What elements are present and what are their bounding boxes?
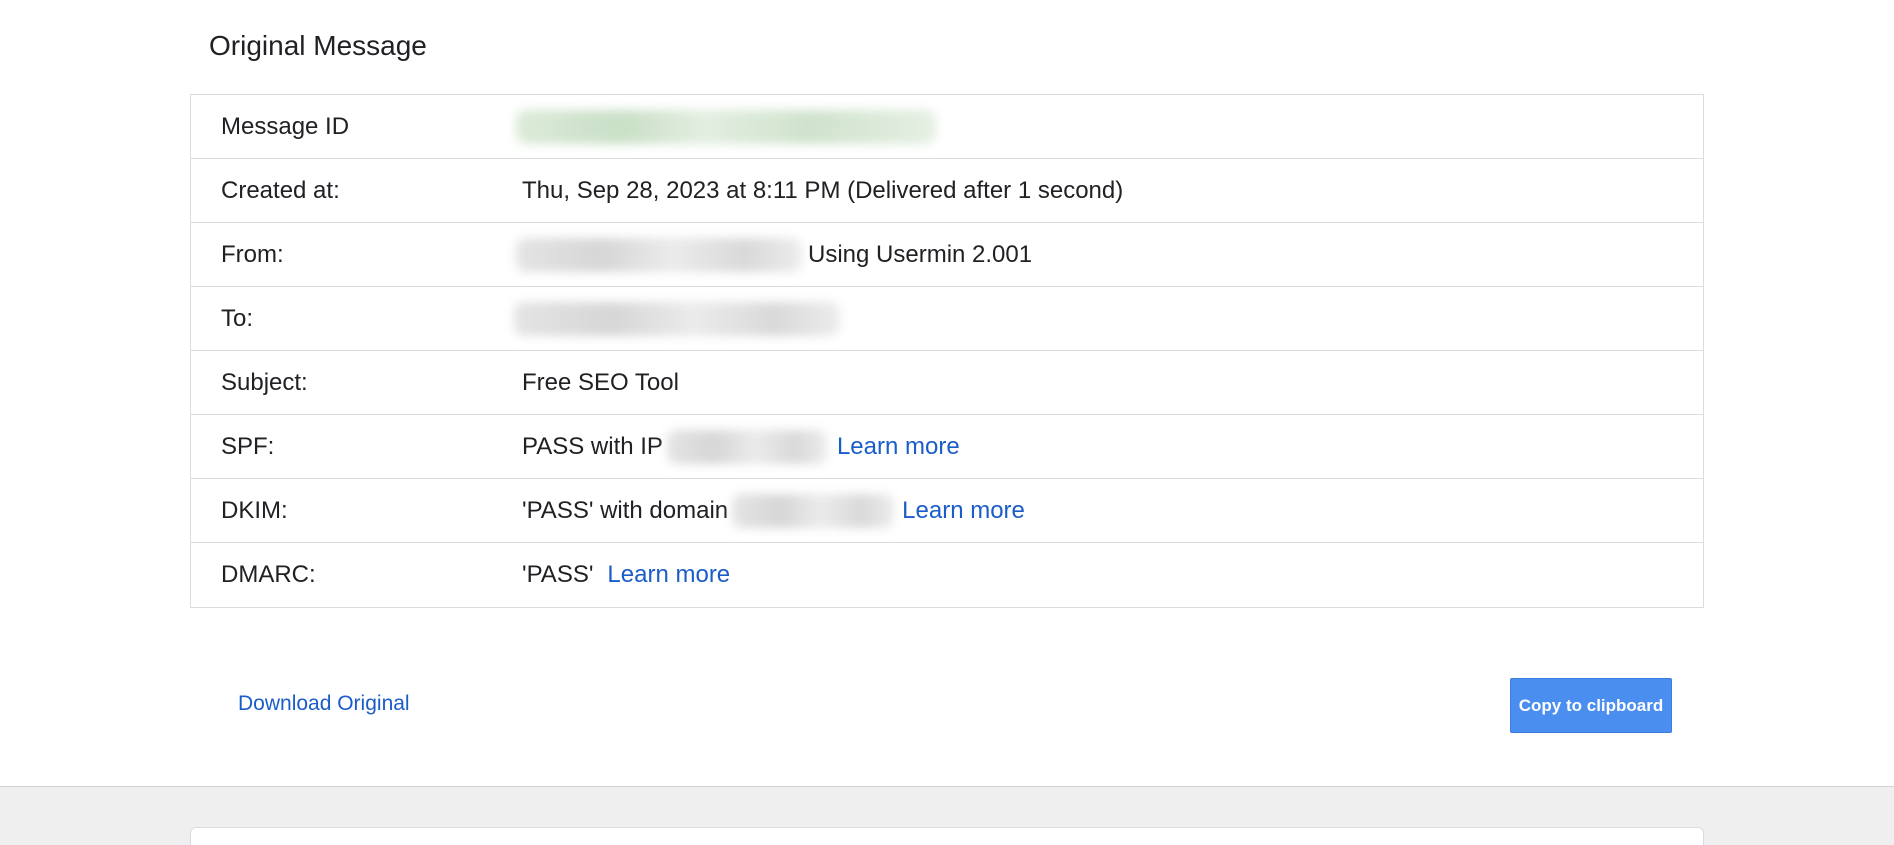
from-value: Using Usermin 2.001 (516, 237, 1033, 272)
to-value (514, 301, 840, 336)
subject-label: Subject: (221, 368, 308, 396)
message-id-value (516, 109, 936, 144)
row-message-id: Message ID (191, 95, 1703, 159)
dkim-result: 'PASS' with domain (522, 496, 729, 524)
dkim-learn-more-link[interactable]: Learn more (902, 497, 1025, 525)
from-address-redacted (516, 237, 802, 272)
spf-ip-redacted (666, 429, 827, 464)
created-at-label: Created at: (221, 176, 340, 204)
spf-result: PASS with IP (522, 432, 663, 460)
row-spf: SPF: PASS with IP Learn more (191, 415, 1703, 479)
row-to: To: (191, 287, 1703, 351)
message-id-label: Message ID (221, 112, 350, 140)
dmarc-label: DMARC: (221, 561, 316, 588)
row-dkim: DKIM: 'PASS' with domain Learn more (191, 479, 1703, 543)
message-source-card (190, 827, 1704, 845)
message-actions: Download Original Copy to clipboard (0, 670, 1894, 742)
spf-learn-more-link[interactable]: Learn more (837, 433, 960, 461)
message-id-redacted (516, 109, 936, 144)
page: Original Message Message ID Created at: … (0, 0, 1894, 845)
spf-label: SPF: (221, 432, 275, 460)
row-created-at: Created at: Thu, Sep 28, 2023 at 8:11 PM… (191, 159, 1703, 223)
row-subject: Subject: Free SEO Tool (191, 351, 1703, 415)
row-from: From: Using Usermin 2.001 (191, 223, 1703, 287)
spf-value: PASS with IP Learn more (522, 429, 960, 464)
row-dmarc: DMARC: 'PASS' Learn more (191, 543, 1703, 607)
dmarc-result: 'PASS' (522, 561, 594, 588)
to-label: To: (221, 304, 254, 332)
message-details-table: Message ID Created at: Thu, Sep 28, 2023… (190, 94, 1704, 608)
from-client: Using Usermin 2.001 (808, 240, 1033, 268)
copy-to-clipboard-button[interactable]: Copy to clipboard (1510, 678, 1672, 733)
dmarc-learn-more-link[interactable]: Learn more (607, 561, 730, 589)
message-panel: Original Message Message ID Created at: … (0, 0, 1894, 786)
from-label: From: (221, 240, 284, 268)
to-address-redacted (514, 301, 840, 336)
dkim-value: 'PASS' with domain Learn more (522, 493, 1025, 528)
subject-value: Free SEO Tool (522, 368, 679, 396)
content-background (0, 786, 1894, 845)
dkim-domain-redacted (732, 493, 895, 528)
dkim-label: DKIM: (221, 496, 288, 524)
download-original-link[interactable]: Download Original (238, 692, 410, 716)
dmarc-value: 'PASS' Learn more (522, 561, 730, 589)
created-at-value: Thu, Sep 28, 2023 at 8:11 PM (Delivered … (522, 176, 1124, 204)
page-title: Original Message (209, 30, 427, 61)
